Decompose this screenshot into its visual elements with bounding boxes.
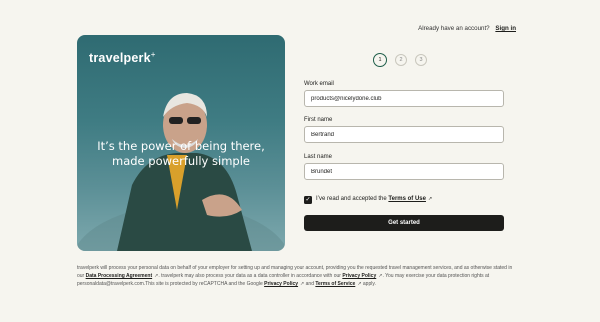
- google-terms-link[interactable]: Terms of Service: [315, 281, 355, 287]
- terms-of-use-link[interactable]: Terms of Use: [388, 196, 426, 202]
- logo-mark: +: [150, 50, 156, 59]
- email-field[interactable]: [304, 90, 504, 107]
- terms-label: I’ve read and accepted the Terms of Use ↗: [316, 196, 432, 202]
- last-name-label: Last name: [304, 154, 333, 160]
- first-name-label: First name: [304, 117, 333, 123]
- footer-text-2: . travelperk may also process your data …: [158, 273, 341, 279]
- legal-footer: travelperk will process your personal da…: [77, 264, 517, 288]
- step-3: 3: [415, 54, 427, 66]
- email-label: Work email: [304, 81, 334, 87]
- logo-text: travelperk: [89, 51, 151, 66]
- dpa-link[interactable]: Data Processing Agreement: [86, 273, 153, 279]
- privacy-policy-link[interactable]: Privacy Policy: [342, 273, 376, 279]
- terms-checkbox[interactable]: ✓: [304, 196, 312, 204]
- hero-panel: travelperk+ It’s the power of being ther…: [77, 35, 285, 251]
- footer-text-5: apply.: [362, 281, 376, 287]
- tagline-line-1: It’s the power of being there,: [97, 139, 265, 153]
- external-link-icon: ↗: [427, 196, 433, 202]
- sign-in-link[interactable]: Sign in: [495, 25, 516, 32]
- first-name-field[interactable]: [304, 126, 504, 143]
- external-link-icon: ↗: [357, 281, 362, 287]
- external-link-icon: ↗: [300, 281, 305, 287]
- step-2: 2: [395, 54, 407, 66]
- footer-text-4: and: [305, 281, 314, 287]
- google-privacy-link[interactable]: Privacy Policy: [264, 281, 298, 287]
- signin-prompt-text: Already have an account?: [418, 25, 490, 32]
- terms-prefix: I’ve read and accepted the: [316, 196, 387, 202]
- travelperk-logo: travelperk+: [89, 50, 156, 65]
- hero-tagline: It’s the power of being there, made powe…: [77, 139, 285, 169]
- step-1: 1: [373, 53, 387, 67]
- get-started-button[interactable]: Get started: [304, 215, 504, 231]
- step-indicator: 1 2 3: [373, 53, 427, 67]
- signin-prompt: Already have an account? Sign in: [418, 25, 516, 32]
- last-name-field[interactable]: [304, 163, 504, 180]
- tagline-line-2: made powerfully simple: [112, 154, 250, 168]
